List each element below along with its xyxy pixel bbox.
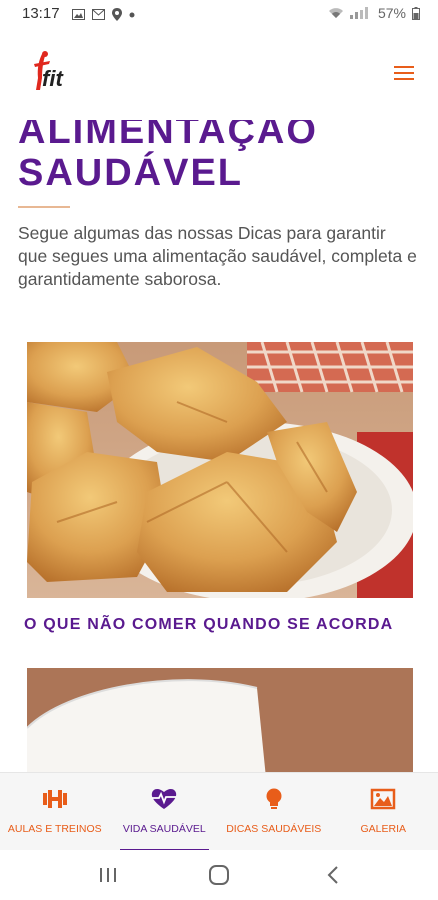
notification-icons	[72, 8, 135, 21]
wifi-icon	[328, 8, 343, 18]
status-right: 57%	[328, 5, 420, 21]
signal-icon	[349, 7, 368, 19]
page-title: ALIMENTAÇÃO SAUDÁVEL	[18, 120, 318, 194]
system-nav-bar	[0, 850, 438, 900]
page-title-line2: SAUDÁVEL	[18, 152, 244, 194]
fit-logo[interactable]: fit	[28, 50, 78, 94]
dot-icon	[129, 12, 135, 17]
image-icon	[371, 788, 396, 810]
logo-text: fit	[42, 66, 63, 91]
battery-icon	[412, 6, 420, 20]
article-image[interactable]	[27, 342, 413, 598]
nav-item-dicas-saudaveis[interactable]: DICAS SAUDÁVEIS	[219, 773, 329, 851]
bottom-nav: AULAS E TREINOS VIDA SAUDÁVEL DICAS SAUD…	[0, 772, 438, 851]
nav-label: AULAS E TREINOS	[7, 823, 102, 835]
hamburger-menu-icon[interactable]	[394, 66, 414, 82]
location-icon	[112, 8, 122, 21]
app-header: fit	[0, 28, 438, 120]
intro-text: Segue algumas das nossas Dicas para gara…	[18, 223, 417, 289]
nav-label: GALERIA	[360, 823, 407, 835]
battery-level: 57%	[377, 5, 406, 21]
nav-item-galeria[interactable]: GALERIA	[329, 773, 438, 851]
article-image-2[interactable]	[27, 668, 413, 772]
heart-pulse-icon	[152, 789, 177, 809]
home-icon[interactable]	[207, 864, 231, 886]
main-content: ALIMENTAÇÃO SAUDÁVEL Segue algumas das n…	[0, 120, 438, 772]
status-time: 13:17	[22, 5, 60, 22]
back-icon[interactable]	[322, 864, 346, 886]
mail-notification-icon	[92, 9, 105, 20]
nav-item-aulas-e-treinos[interactable]: AULAS E TREINOS	[0, 773, 110, 851]
article-title[interactable]: O QUE NÃO COMER QUANDO SE ACORDA	[24, 616, 424, 634]
pastry-photo	[27, 342, 413, 598]
status-bar: 13:17 57%	[0, 0, 438, 28]
dumbbell-icon	[42, 790, 67, 808]
lightbulb-icon	[266, 788, 282, 809]
page-title-line1: ALIMENTAÇÃO	[18, 120, 318, 152]
recent-apps-icon[interactable]	[96, 864, 120, 886]
title-divider	[18, 206, 70, 208]
nav-label: DICAS SAUDÁVEIS	[226, 823, 322, 835]
bowl-photo	[27, 668, 413, 772]
nav-item-vida-saudavel[interactable]: VIDA SAUDÁVEL	[110, 773, 220, 851]
nav-label: VIDA SAUDÁVEL	[122, 823, 206, 835]
gallery-notification-icon	[72, 9, 85, 20]
